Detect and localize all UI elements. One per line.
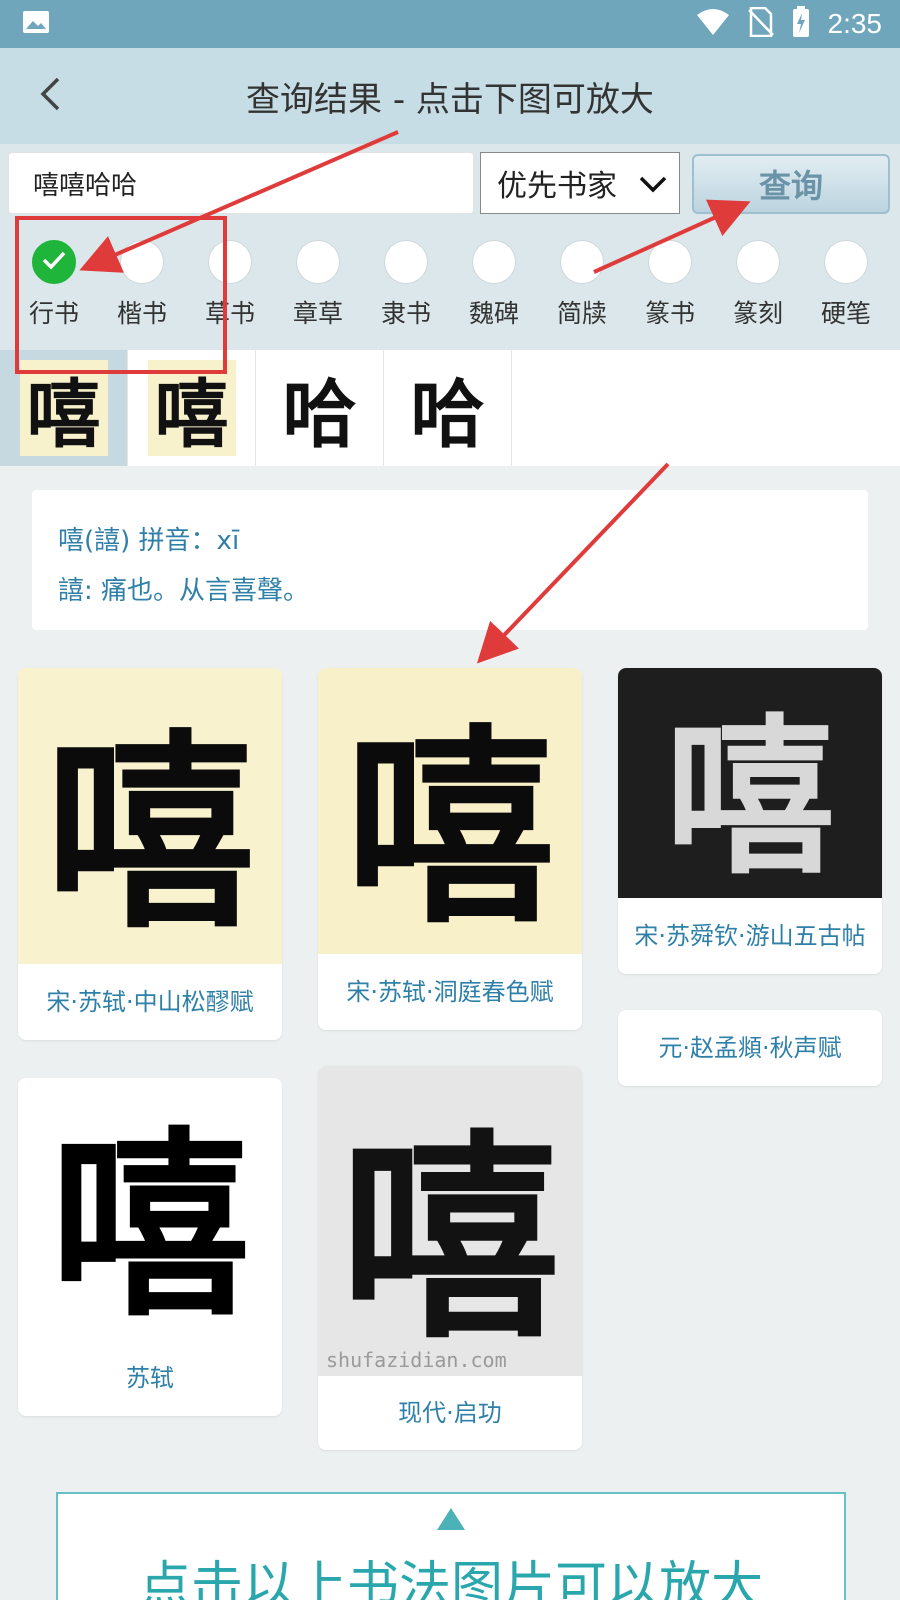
card-caption: 宋·苏舜钦·游山五古帖: [634, 922, 866, 950]
style-option-zhuanke[interactable]: 篆刻: [718, 240, 798, 330]
radio[interactable]: [824, 240, 868, 284]
character-thumbnail-strip: 嘻 嘻 哈 哈: [0, 350, 900, 466]
definition-line: 譆: 痛也。从言喜聲。: [58, 576, 310, 606]
radio[interactable]: [120, 240, 164, 284]
radio[interactable]: [736, 240, 780, 284]
calligraphy-glyph: 嘻: [344, 705, 555, 952]
up-arrow-icon: [437, 1508, 465, 1530]
style-label: 行书: [28, 299, 79, 328]
enlarge-hint-banner[interactable]: 点击以上书法图片可以放大: [56, 1492, 846, 1600]
query-button[interactable]: 查询: [692, 154, 890, 214]
thumbnail-item[interactable]: 嘻: [0, 350, 128, 466]
thumbnail-glyph: 哈: [410, 371, 485, 458]
calligraphy-image[interactable]: 嘻: [18, 668, 282, 964]
calligraphy-image[interactable]: 嘻 shufazidian.com: [318, 1066, 582, 1376]
style-label: 草书: [204, 299, 255, 328]
style-label: 篆书: [644, 299, 695, 328]
search-area: 嘻嘻哈哈 优先书家 查询 行书 楷书 草书 章草 隶书 魏碑 简牍 篆书 篆刻 …: [0, 144, 900, 350]
calligraphy-card[interactable]: 元·赵孟頫·秋声赋: [618, 1010, 882, 1086]
status-time: 2:35: [827, 8, 883, 39]
image-icon: [22, 10, 50, 38]
style-label: 硬笔: [820, 299, 871, 328]
calligraphy-card[interactable]: 嘻 shufazidian.com 现代·启功: [318, 1066, 582, 1450]
style-label: 楷书: [116, 299, 167, 328]
watermark-text: shufazidian.com: [326, 1348, 507, 1372]
radio[interactable]: [296, 240, 340, 284]
banner-text: 点击以上书法图片可以放大: [138, 1557, 763, 1600]
style-option-zhangcao[interactable]: 章草: [278, 240, 358, 330]
wifi-icon: [696, 8, 730, 40]
battery-charging-icon: [792, 6, 810, 42]
style-option-zhuanshu[interactable]: 篆书: [630, 240, 710, 330]
style-option-caoshu[interactable]: 草书: [190, 240, 270, 330]
style-option-lishu[interactable]: 隶书: [366, 240, 446, 330]
calligraphy-card[interactable]: 嘻 宋·苏轼·中山松醪赋: [18, 668, 282, 1040]
select-value: 优先书家: [497, 169, 617, 204]
calligraphy-card[interactable]: 嘻 宋·苏轼·洞庭春色赋: [318, 668, 582, 1030]
calligraphy-glyph: 嘻: [339, 1109, 560, 1368]
card-caption: 宋·苏轼·洞庭春色赋: [346, 978, 554, 1006]
calligraphy-card[interactable]: 嘻 宋·苏舜钦·游山五古帖: [618, 668, 882, 974]
radio[interactable]: [560, 240, 604, 284]
thumbnail-item[interactable]: 嘻: [128, 350, 256, 466]
pinyin-line: 嘻(譆) 拼音：xī: [58, 526, 240, 556]
title-bar: 查询结果 - 点击下图可放大: [0, 48, 900, 144]
status-bar: 2:35: [0, 0, 900, 48]
style-option-kaishu[interactable]: 楷书: [102, 240, 182, 330]
style-label: 章草: [292, 299, 343, 328]
style-option-yingbi[interactable]: 硬笔: [806, 240, 886, 330]
thumbnail-item[interactable]: 哈: [256, 350, 384, 466]
chevron-down-icon: [639, 166, 667, 201]
calligraphy-glyph: 嘻: [664, 698, 835, 898]
no-sim-icon: [747, 6, 774, 41]
radio[interactable]: [384, 240, 428, 284]
calligraphy-glyph: 嘻: [44, 710, 255, 957]
card-caption: 宋·苏轼·中山松醪赋: [46, 988, 254, 1016]
calligraphy-image[interactable]: 嘻: [618, 668, 882, 898]
style-label: 篆刻: [732, 299, 783, 328]
thumbnail-item[interactable]: 哈: [384, 350, 512, 466]
style-label: 魏碑: [468, 299, 519, 328]
page-title: 查询结果 - 点击下图可放大: [246, 80, 654, 120]
thumbnail-glyph: 哈: [282, 371, 357, 458]
radio-checked[interactable]: [32, 240, 76, 284]
style-label: 简牍: [556, 299, 607, 328]
card-caption: 现代·启功: [398, 1399, 502, 1427]
calligraphy-image[interactable]: 嘻: [18, 1078, 282, 1344]
priority-select[interactable]: 优先书家: [480, 152, 680, 214]
status-right: 2:35: [696, 6, 883, 42]
thumbnail-glyph: 嘻: [19, 360, 108, 458]
style-option-weibei[interactable]: 魏碑: [454, 240, 534, 330]
radio[interactable]: [648, 240, 692, 284]
radio[interactable]: [472, 240, 516, 284]
thumbnail-glyph: 嘻: [147, 360, 236, 458]
search-input[interactable]: 嘻嘻哈哈: [8, 152, 474, 214]
check-icon: [41, 250, 67, 274]
character-info-card: 嘻(譆) 拼音：xī 譆: 痛也。从言喜聲。: [32, 490, 868, 630]
card-caption: 元·赵孟頫·秋声赋: [658, 1034, 842, 1062]
style-option-xingshu[interactable]: 行书: [14, 240, 94, 330]
calligraphy-card[interactable]: 嘻 苏轼: [18, 1078, 282, 1416]
style-label: 隶书: [380, 299, 431, 328]
calligraphy-image[interactable]: 嘻: [318, 668, 582, 954]
radio[interactable]: [208, 240, 252, 284]
status-left: [22, 10, 50, 38]
calligraphy-glyph: 嘻: [49, 1109, 250, 1344]
style-radio-group: 行书 楷书 草书 章草 隶书 魏碑 简牍 篆书 篆刻 硬笔: [0, 240, 900, 340]
style-option-jiandu[interactable]: 简牍: [542, 240, 622, 330]
